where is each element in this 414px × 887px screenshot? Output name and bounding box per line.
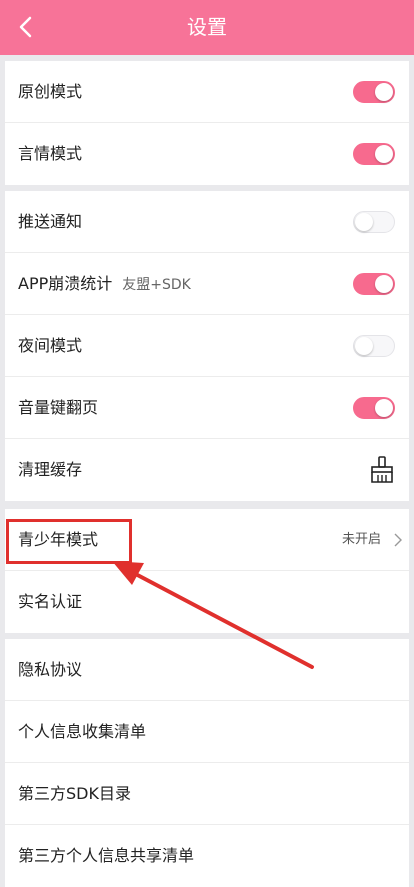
setting-label: 原创模式	[18, 82, 83, 101]
setting-label: 夜间模式	[18, 336, 83, 355]
setting-label: 推送通知	[18, 212, 83, 231]
teen-mode-status: 未开启	[341, 532, 381, 547]
setting-label: 音量键翻页	[18, 398, 99, 417]
original-mode-toggle[interactable]	[353, 81, 395, 103]
toggle-knob	[375, 83, 393, 101]
setting-label: 实名认证	[18, 592, 83, 611]
setting-row-real-name-auth[interactable]: 实名认证	[5, 571, 409, 633]
volume-key-paging-toggle[interactable]	[353, 397, 395, 419]
setting-row-romance-mode: 言情模式	[5, 123, 409, 185]
setting-label: 清理缓存	[18, 460, 83, 479]
setting-row-volume-key-paging: 音量键翻页	[5, 377, 409, 439]
crash-stats-toggle[interactable]	[353, 273, 395, 295]
setting-row-third-party-sdk[interactable]: 第三方SDK目录	[5, 763, 409, 825]
toggle-knob	[355, 337, 373, 355]
setting-label: APP崩溃统计 友盟+SDK	[18, 253, 191, 316]
setting-row-crash-stats: APP崩溃统计 友盟+SDK	[5, 253, 409, 315]
setting-row-night-mode: 夜间模式	[5, 315, 409, 377]
broom-icon[interactable]	[369, 456, 395, 484]
setting-row-privacy-policy[interactable]: 隐私协议	[5, 639, 409, 701]
setting-row-original-mode: 原创模式	[5, 61, 409, 123]
toggle-knob	[375, 275, 393, 293]
setting-label: 第三方SDK目录	[18, 784, 131, 803]
settings-group-general: 推送通知 APP崩溃统计 友盟+SDK 夜间模式 音量键翻页 清理缓存	[5, 191, 409, 501]
setting-row-personal-info-list[interactable]: 个人信息收集清单	[5, 701, 409, 763]
crash-stats-label: APP崩溃统计	[18, 274, 113, 293]
setting-label: 言情模式	[18, 144, 83, 163]
settings-group-privacy: 隐私协议 个人信息收集清单 第三方SDK目录 第三方个人信息共享清单	[5, 639, 409, 887]
setting-label: 个人信息收集清单	[18, 722, 147, 741]
setting-label: 隐私协议	[18, 660, 83, 679]
annotation-highlight-box	[6, 519, 132, 564]
toggle-knob	[355, 213, 373, 231]
crash-stats-sdk-note: 友盟+SDK	[122, 277, 191, 293]
night-mode-toggle[interactable]	[353, 335, 395, 357]
chevron-right-icon	[394, 533, 402, 547]
setting-row-clear-cache[interactable]: 清理缓存	[5, 439, 409, 501]
push-notifications-toggle[interactable]	[353, 211, 395, 233]
app-header: 设置	[0, 0, 414, 55]
setting-label: 第三方个人信息共享清单	[18, 846, 195, 865]
setting-row-third-party-sharing[interactable]: 第三方个人信息共享清单	[5, 825, 409, 887]
setting-row-push-notifications: 推送通知	[5, 191, 409, 253]
page-title: 设置	[187, 15, 227, 39]
romance-mode-toggle[interactable]	[353, 143, 395, 165]
toggle-knob	[375, 145, 393, 163]
toggle-knob	[375, 399, 393, 417]
settings-group-mode: 原创模式 言情模式	[5, 61, 409, 185]
